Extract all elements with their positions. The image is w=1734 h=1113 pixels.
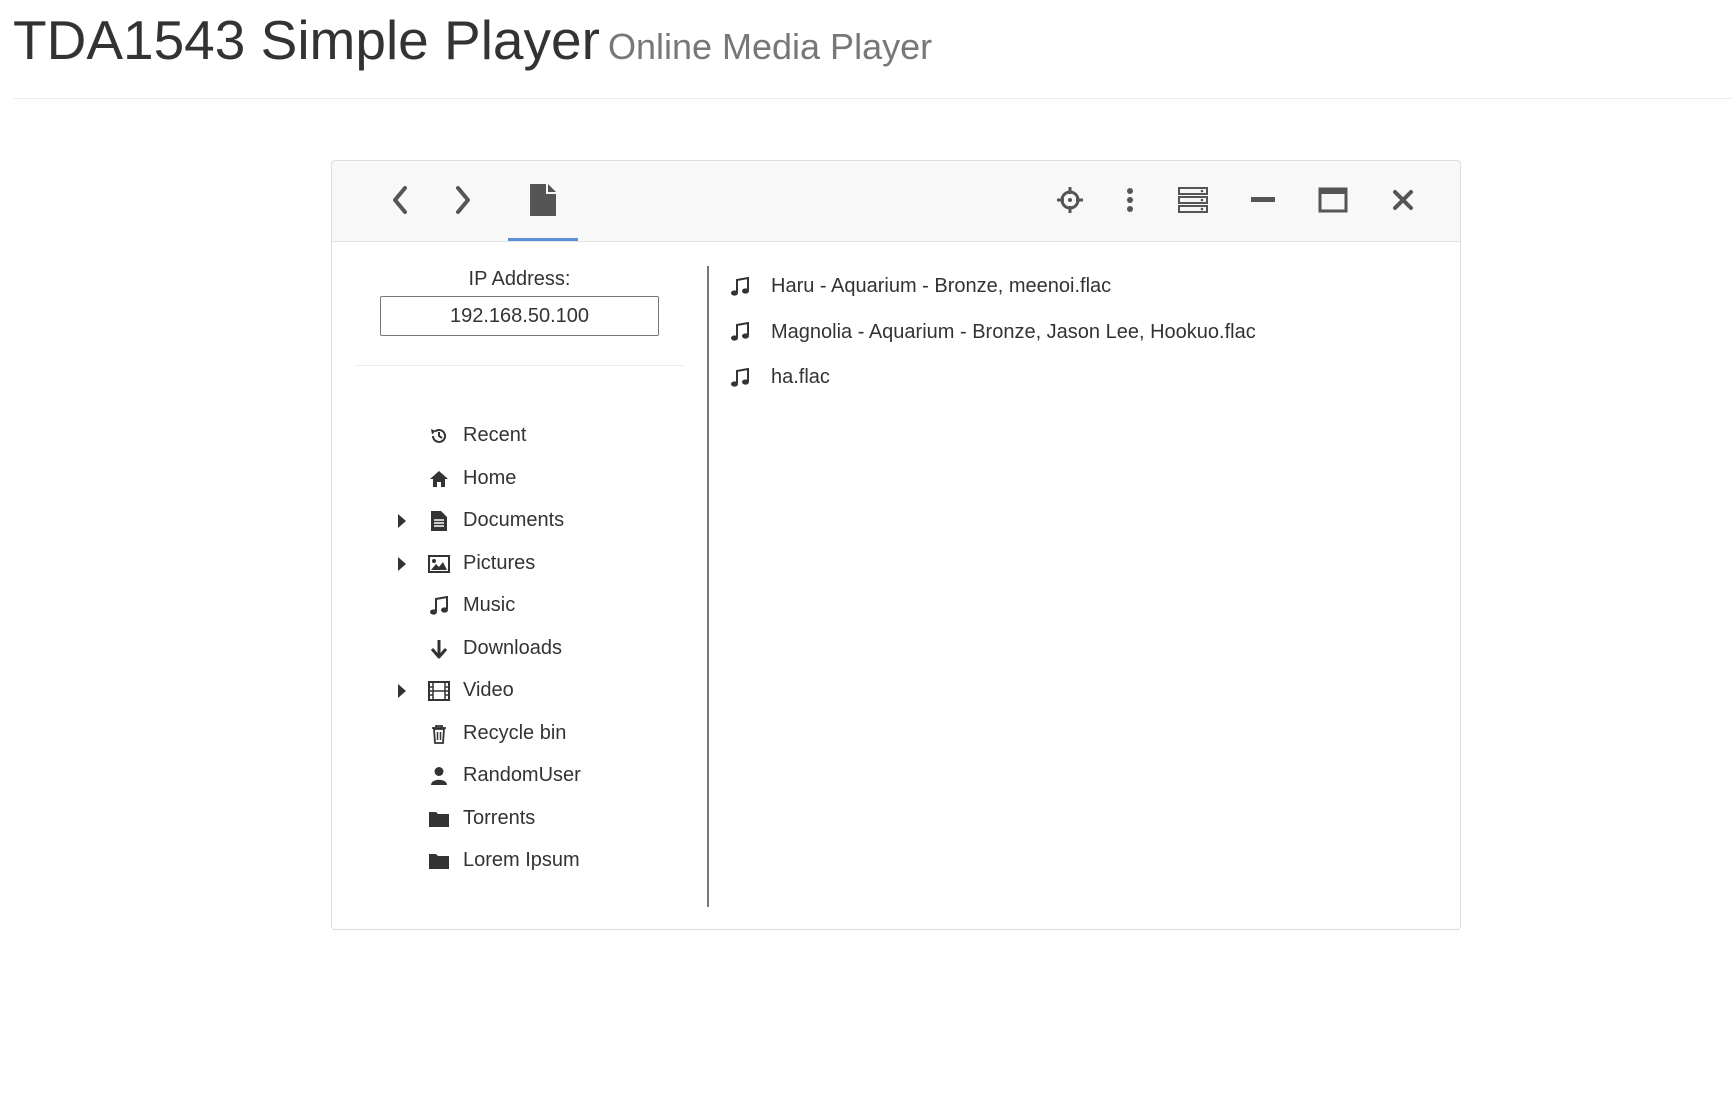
more-options-button[interactable]: [1107, 177, 1153, 223]
vertical-ellipsis-icon: [1127, 188, 1133, 212]
page-header: TDA1543 Simple Player Online Media Player: [13, 0, 1733, 99]
sidebar-item-label: Recent: [463, 424, 527, 446]
sidebar-item-recent[interactable]: Recent: [332, 415, 707, 458]
document-icon: [428, 510, 450, 532]
file-item[interactable]: ha.flac: [729, 355, 1256, 401]
folder-icon: [428, 850, 450, 872]
sidebar-item-label: Lorem Ipsum: [463, 849, 580, 871]
arrow-down-icon: [428, 638, 450, 660]
home-icon: [428, 468, 450, 490]
file-name: Haru - Aquarium - Bronze, meenoi.flac: [771, 275, 1112, 298]
sidebar-divider: [354, 365, 684, 366]
page-title: TDA1543 Simple Player Online Media Player: [13, 8, 932, 79]
file-list: Haru - Aquarium - Bronze, meenoi.flac Ma…: [729, 264, 1256, 401]
film-icon: [428, 680, 450, 702]
sidebar-item-pictures[interactable]: Pictures: [332, 543, 707, 586]
close-button[interactable]: [1380, 177, 1426, 223]
server-icon: [1178, 187, 1208, 213]
window-toolbar: [332, 161, 1460, 242]
sidebar-item-label: Video: [463, 679, 514, 701]
ip-address-label: IP Address:: [468, 268, 571, 290]
back-button[interactable]: [377, 177, 423, 223]
history-icon: [428, 425, 450, 447]
expand-caret-icon[interactable]: [398, 514, 406, 528]
folder-icon: [428, 808, 450, 830]
minimize-icon: [1251, 197, 1275, 202]
sidebar-item-label: Music: [463, 594, 516, 616]
sidebar-item-music[interactable]: Music: [332, 585, 707, 628]
sidebar-item-label: Torrents: [463, 806, 536, 829]
file-item[interactable]: Haru - Aquarium - Bronze, meenoi.flac: [729, 264, 1256, 310]
chevron-left-icon: [393, 186, 407, 214]
pane-separator[interactable]: [707, 266, 709, 907]
maximize-icon: [1318, 187, 1348, 213]
file-browser-window: IP Address: Recent Home Documents Pictur…: [331, 160, 1461, 930]
locate-button[interactable]: [1047, 177, 1093, 223]
picture-icon: [428, 553, 450, 575]
app-subtitle: Online Media Player: [607, 26, 933, 67]
expand-caret-icon[interactable]: [398, 684, 406, 698]
sidebar-item-recycle-bin[interactable]: Recycle bin: [332, 713, 707, 756]
music-icon: [729, 367, 751, 389]
app-title: TDA1543 Simple Player: [13, 9, 600, 71]
user-icon: [428, 765, 450, 787]
sidebar-item-home[interactable]: Home: [332, 458, 707, 501]
crosshairs-icon: [1057, 187, 1083, 213]
music-icon: [729, 276, 751, 298]
chevron-right-icon: [456, 186, 470, 214]
active-tab-indicator: [508, 238, 578, 241]
file-name: ha.flac: [771, 366, 830, 389]
sidebar: IP Address: Recent Home Documents Pictur…: [332, 242, 707, 930]
expand-caret-icon[interactable]: [398, 556, 406, 571]
close-icon: [1393, 190, 1413, 210]
minimize-button[interactable]: [1240, 177, 1286, 223]
sidebar-item-documents[interactable]: Documents: [332, 500, 707, 543]
files-tab[interactable]: [520, 177, 566, 223]
sidebar-nav: Recent Home Documents Pictures Music Dow…: [332, 415, 707, 883]
sidebar-item-lorem-ipsum[interactable]: Lorem Ipsum: [332, 840, 707, 883]
sidebar-item-label: Recycle bin: [463, 721, 567, 744]
trash-icon: [428, 723, 450, 745]
ip-address-input[interactable]: [380, 296, 659, 336]
file-icon: [530, 184, 556, 216]
file-name: Magnolia - Aquarium - Bronze, Jason Lee,…: [771, 320, 1256, 343]
music-icon: [428, 595, 450, 617]
maximize-button[interactable]: [1310, 177, 1356, 223]
forward-button[interactable]: [440, 177, 486, 223]
sidebar-item-label: RandomUser: [463, 764, 581, 786]
sidebar-item-label: Documents: [463, 509, 565, 531]
sidebar-item-label: Pictures: [463, 551, 536, 574]
sidebar-item-label: Downloads: [463, 636, 562, 659]
sidebar-item-downloads[interactable]: Downloads: [332, 628, 707, 671]
file-item[interactable]: Magnolia - Aquarium - Bronze, Jason Lee,…: [729, 310, 1256, 356]
server-button[interactable]: [1170, 177, 1216, 223]
sidebar-item-randomuser[interactable]: RandomUser: [332, 755, 707, 798]
music-icon: [729, 321, 751, 343]
sidebar-item-torrents[interactable]: Torrents: [332, 798, 707, 841]
sidebar-item-label: Home: [463, 466, 517, 489]
sidebar-item-video[interactable]: Video: [332, 670, 707, 713]
